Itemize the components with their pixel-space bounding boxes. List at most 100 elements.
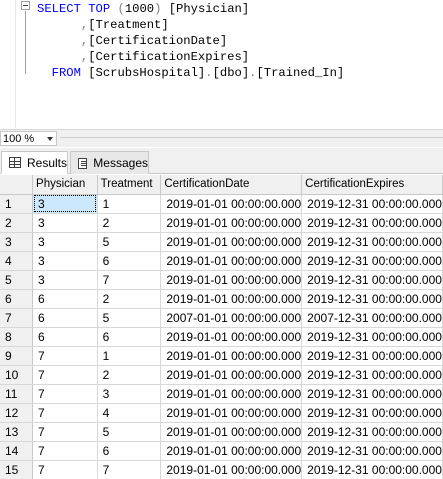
row-number[interactable]: 2 xyxy=(0,213,34,233)
table-row[interactable]: 13 7 5 2019-01-01 00:00:00.000 2019-12-31 00… xyxy=(0,422,443,442)
table-cell[interactable]: 7 xyxy=(32,441,98,461)
select-all-corner[interactable] xyxy=(0,175,34,195)
table-row[interactable]: 7 6 5 2007-01-01 00:00:00.000 2007-12-31 00:… xyxy=(0,308,443,328)
table-cell[interactable]: 2019-01-01 00:00:00.000 xyxy=(160,213,303,233)
tab-results[interactable]: Results xyxy=(1,151,68,174)
table-cell[interactable]: 3 xyxy=(32,194,98,214)
table-cell[interactable]: 2019-12-31 00:00:00.000 xyxy=(301,441,443,461)
table-row[interactable]: 1 3 1 2019-01-01 00:00:00.000 2019-12-31 00:… xyxy=(0,194,443,214)
column-header-treatment[interactable]: Treatment xyxy=(97,175,162,195)
table-cell[interactable]: 6 xyxy=(32,327,98,347)
sql-editor[interactable]: SELECT TOP (1000) [Physician] ,[Treatmen… xyxy=(0,0,443,128)
table-cell[interactable]: 6 xyxy=(97,441,162,461)
table-cell[interactable]: 2019-01-01 00:00:00.000 xyxy=(160,327,303,347)
table-cell[interactable]: 7 xyxy=(32,422,98,442)
table-cell[interactable]: 2 xyxy=(97,365,162,385)
table-cell[interactable]: 2019-01-01 00:00:00.000 xyxy=(160,289,303,309)
row-number[interactable]: 1 xyxy=(0,194,34,214)
table-cell[interactable]: 2019-01-01 00:00:00.000 xyxy=(160,232,303,252)
table-row[interactable]: 15 7 7 2019-01-01 00:00:00.000 2019-12-31 00… xyxy=(0,460,443,479)
row-number[interactable]: 14 xyxy=(0,441,34,461)
table-cell[interactable]: 2019-12-31 00:00:00.000 xyxy=(301,213,443,233)
table-cell[interactable]: 5 xyxy=(97,308,162,328)
table-cell[interactable]: 2019-01-01 00:00:00.000 xyxy=(160,384,303,404)
row-number[interactable]: 8 xyxy=(0,327,34,347)
row-number[interactable]: 6 xyxy=(0,289,34,309)
row-number[interactable]: 9 xyxy=(0,346,34,366)
row-number[interactable]: 4 xyxy=(0,251,34,271)
table-cell[interactable]: 1 xyxy=(97,346,162,366)
table-cell[interactable]: 2019-01-01 00:00:00.000 xyxy=(160,346,303,366)
table-cell[interactable]: 5 xyxy=(97,232,162,252)
results-grid[interactable]: Physician Treatment CertificationDate Ce… xyxy=(0,175,443,479)
table-cell[interactable]: 2019-12-31 00:00:00.000 xyxy=(301,194,443,214)
table-row[interactable]: 11 7 3 2019-01-01 00:00:00.000 2019-12-31 00… xyxy=(0,384,443,404)
table-cell[interactable]: 2019-12-31 00:00:00.000 xyxy=(301,327,443,347)
table-cell[interactable]: 2019-01-01 00:00:00.000 xyxy=(160,270,303,290)
table-cell[interactable]: 6 xyxy=(97,251,162,271)
table-cell[interactable]: 2019-12-31 00:00:00.000 xyxy=(301,460,443,479)
table-cell[interactable]: 2 xyxy=(97,213,162,233)
table-cell[interactable]: 2019-12-31 00:00:00.000 xyxy=(301,365,443,385)
table-row[interactable]: 14 7 6 2019-01-01 00:00:00.000 2019-12-31 00… xyxy=(0,441,443,461)
table-row[interactable]: 10 7 2 2019-01-01 00:00:00.000 2019-12-31 00… xyxy=(0,365,443,385)
column-header-certification-expires[interactable]: CertificationExpires xyxy=(301,175,443,195)
table-cell[interactable]: 2019-01-01 00:00:00.000 xyxy=(160,365,303,385)
table-row[interactable]: 8 6 6 2019-01-01 00:00:00.000 2019-12-31 00:… xyxy=(0,327,443,347)
table-cell[interactable]: 2019-12-31 00:00:00.000 xyxy=(301,289,443,309)
table-cell[interactable]: 2019-12-31 00:00:00.000 xyxy=(301,251,443,271)
zoom-dropdown[interactable]: 100 % xyxy=(0,131,57,146)
table-cell[interactable]: 7 xyxy=(32,384,98,404)
table-cell[interactable]: 2019-12-31 00:00:00.000 xyxy=(301,422,443,442)
table-cell[interactable]: 2019-01-01 00:00:00.000 xyxy=(160,194,303,214)
table-cell[interactable]: 1 xyxy=(97,194,162,214)
column-header-physician[interactable]: Physician xyxy=(32,175,98,195)
table-cell[interactable]: 2019-01-01 00:00:00.000 xyxy=(160,460,303,479)
table-cell[interactable]: 2019-01-01 00:00:00.000 xyxy=(160,422,303,442)
table-cell[interactable]: 2019-01-01 00:00:00.000 xyxy=(160,251,303,271)
table-cell[interactable]: 2019-12-31 00:00:00.000 xyxy=(301,270,443,290)
row-number[interactable]: 3 xyxy=(0,232,34,252)
row-number[interactable]: 13 xyxy=(0,422,34,442)
table-cell[interactable]: 2019-12-31 00:00:00.000 xyxy=(301,232,443,252)
table-cell[interactable]: 5 xyxy=(97,422,162,442)
table-cell[interactable]: 3 xyxy=(32,232,98,252)
table-cell[interactable]: 2007-12-31 00:00:00.000 xyxy=(301,308,443,328)
table-cell[interactable]: 2 xyxy=(97,289,162,309)
table-cell[interactable]: 7 xyxy=(32,403,98,423)
row-number[interactable]: 12 xyxy=(0,403,34,423)
table-cell[interactable]: 7 xyxy=(32,365,98,385)
collapse-toggle-icon[interactable] xyxy=(21,1,30,10)
table-cell[interactable]: 6 xyxy=(32,289,98,309)
table-cell[interactable]: 7 xyxy=(32,346,98,366)
table-row[interactable]: 4 3 6 2019-01-01 00:00:00.000 2019-12-31 00:… xyxy=(0,251,443,271)
table-cell[interactable]: 3 xyxy=(32,251,98,271)
table-cell[interactable]: 2019-01-01 00:00:00.000 xyxy=(160,403,303,423)
table-row[interactable]: 6 6 2 2019-01-01 00:00:00.000 2019-12-31 00:… xyxy=(0,289,443,309)
table-row[interactable]: 3 3 5 2019-01-01 00:00:00.000 2019-12-31 00:… xyxy=(0,232,443,252)
row-number[interactable]: 7 xyxy=(0,308,34,328)
table-cell[interactable]: 7 xyxy=(32,460,98,479)
table-cell[interactable]: 3 xyxy=(97,384,162,404)
table-row[interactable]: 12 7 4 2019-01-01 00:00:00.000 2019-12-31 00… xyxy=(0,403,443,423)
table-cell[interactable]: 6 xyxy=(32,308,98,328)
table-cell[interactable]: 2019-12-31 00:00:00.000 xyxy=(301,384,443,404)
table-cell[interactable]: 7 xyxy=(97,460,162,479)
tab-messages[interactable]: Messages xyxy=(70,151,149,174)
row-number[interactable]: 10 xyxy=(0,365,34,385)
table-cell[interactable]: 2019-01-01 00:00:00.000 xyxy=(160,441,303,461)
table-row[interactable]: 5 3 7 2019-01-01 00:00:00.000 2019-12-31 00:… xyxy=(0,270,443,290)
table-cell[interactable]: 6 xyxy=(97,327,162,347)
table-cell[interactable]: 2019-12-31 00:00:00.000 xyxy=(301,346,443,366)
row-number[interactable]: 15 xyxy=(0,460,34,479)
table-row[interactable]: 9 7 1 2019-01-01 00:00:00.000 2019-12-31 00:… xyxy=(0,346,443,366)
table-cell[interactable]: 3 xyxy=(32,270,98,290)
row-number[interactable]: 5 xyxy=(0,270,34,290)
table-row[interactable]: 2 3 2 2019-01-01 00:00:00.000 2019-12-31 00:… xyxy=(0,213,443,233)
horizontal-scrollbar[interactable] xyxy=(60,137,443,138)
table-cell[interactable]: 2007-01-01 00:00:00.000 xyxy=(160,308,303,328)
table-cell[interactable]: 2019-12-31 00:00:00.000 xyxy=(301,403,443,423)
table-cell[interactable]: 7 xyxy=(97,270,162,290)
table-cell[interactable]: 3 xyxy=(32,213,98,233)
column-header-certification-date[interactable]: CertificationDate xyxy=(160,175,303,195)
